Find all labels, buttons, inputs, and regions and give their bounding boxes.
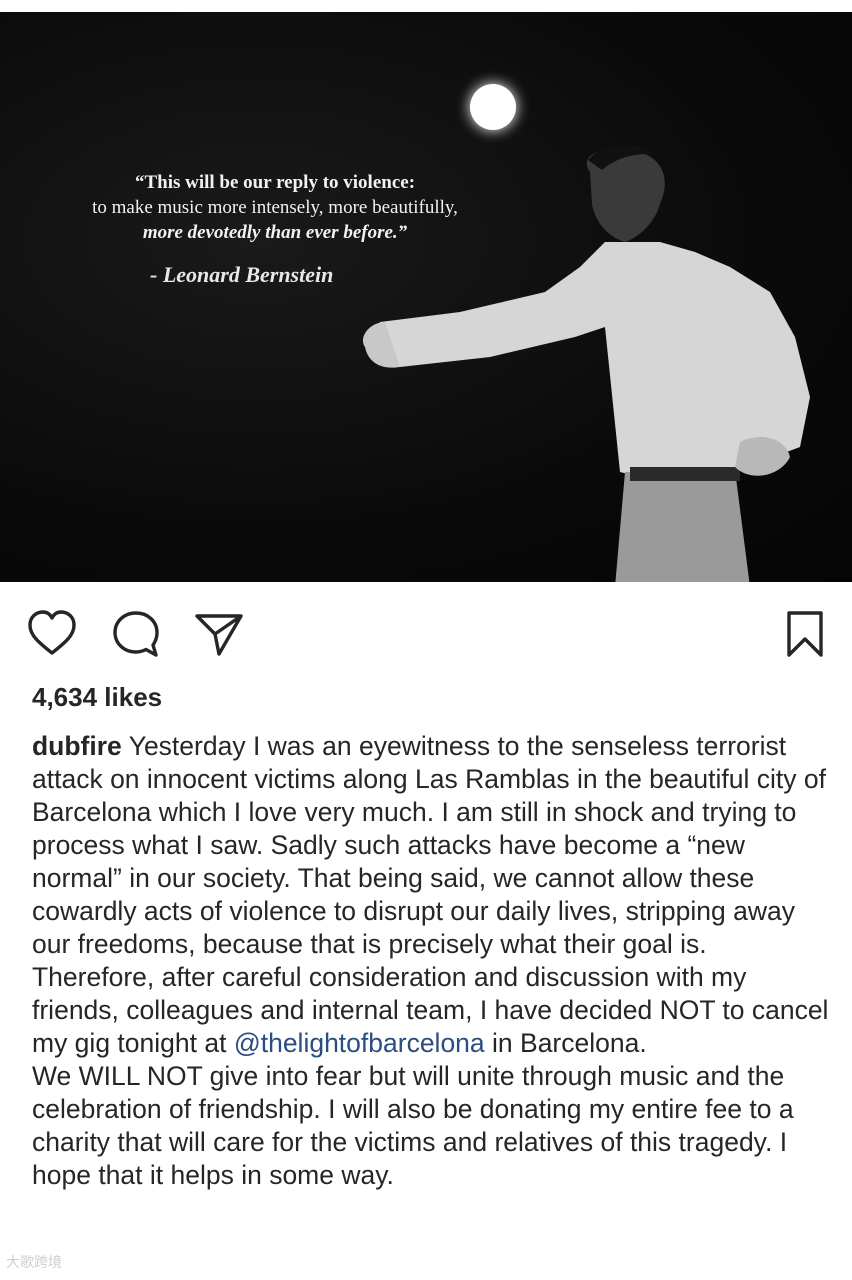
likes-count[interactable]: 4,634 likes [32, 682, 162, 713]
post-photo[interactable]: “This will be our reply to violence: to … [0, 12, 852, 582]
watermark: 大歌跨境 [6, 1255, 62, 1271]
heart-icon [28, 610, 76, 655]
spotlight-moon [470, 84, 516, 130]
comment-icon [113, 611, 159, 657]
save-button[interactable] [780, 608, 832, 660]
comment-button[interactable] [110, 608, 162, 660]
caption-mention-link[interactable]: @thelightofbarcelona [234, 1028, 485, 1058]
send-icon [195, 614, 243, 656]
caption-text: Yesterday I was an eyewitness to the sen… [32, 731, 829, 1058]
conductor-figure [362, 145, 810, 582]
share-button[interactable] [193, 608, 245, 660]
post-actions-bar [0, 600, 852, 670]
post-caption: dubfire Yesterday I was an eyewitness to… [32, 730, 832, 1192]
like-button[interactable] [26, 608, 78, 660]
quote-author: - Leonard Bernstein [150, 262, 334, 287]
caption-paragraph-1: dubfire Yesterday I was an eyewitness to… [32, 730, 832, 1060]
caption-paragraph-2: We WILL NOT give into fear but will unit… [32, 1061, 794, 1190]
caption-text-end: in Barcelona. [484, 1028, 647, 1058]
bookmark-icon [787, 611, 823, 657]
caption-username[interactable]: dubfire [32, 731, 122, 761]
